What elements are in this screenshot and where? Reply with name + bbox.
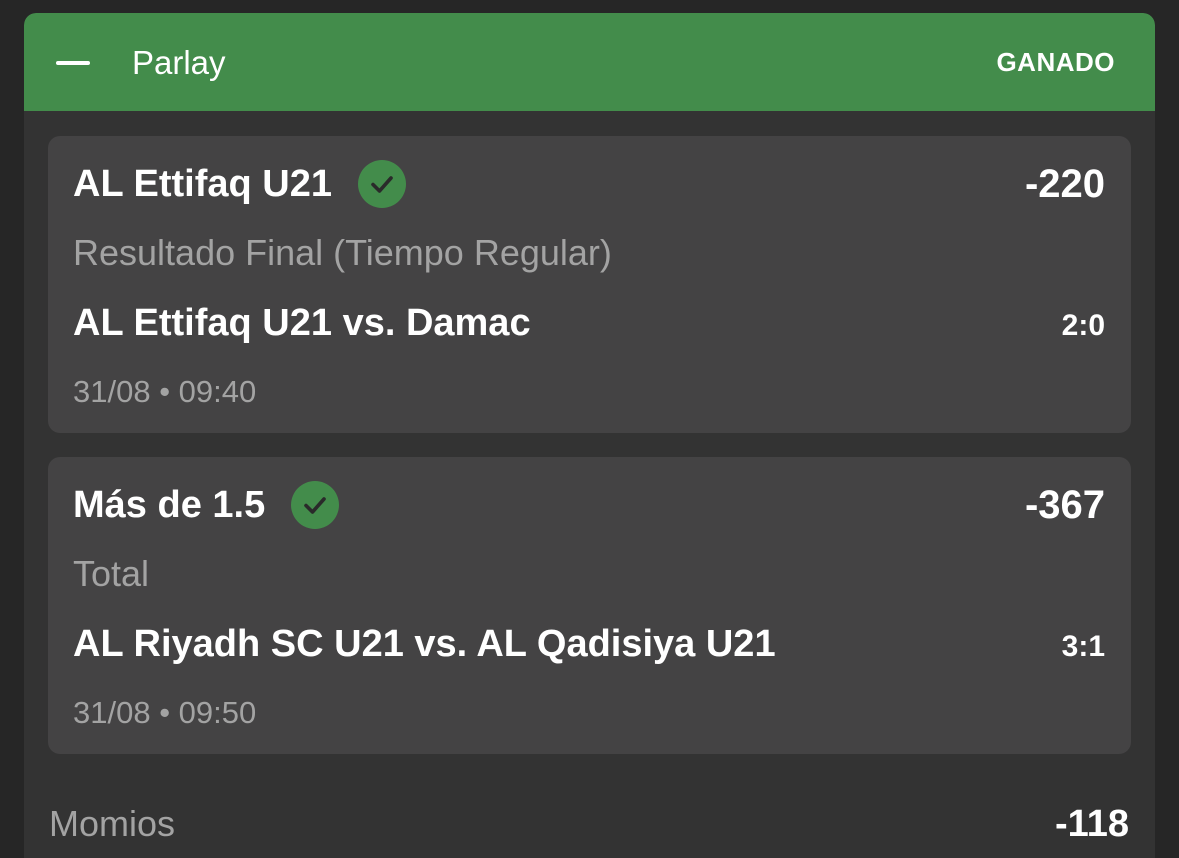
selection-odds: -367 <box>1024 483 1105 527</box>
selection-card: Más de 1.5 -367 Total AL Riyadh SC U21 v… <box>48 457 1131 754</box>
minus-icon-bar <box>56 61 90 65</box>
total-odds-label: Momios <box>49 803 176 844</box>
selection-name: Más de 1.5 <box>73 484 266 526</box>
market-name: Resultado Final (Tiempo Regular) <box>73 232 612 273</box>
minus-icon[interactable] <box>56 46 90 80</box>
total-odds-value: -118 <box>1055 803 1129 845</box>
selection-header: AL Ettifaq U21 <box>73 156 407 212</box>
match-datetime: 31/08 • 09:40 <box>73 374 257 409</box>
selection-name: AL Ettifaq U21 <box>73 163 333 205</box>
match-datetime: 31/08 • 09:50 <box>73 695 257 730</box>
parlay-bet-panel: Parlay GANADO AL Ettifaq U21 -220 Result… <box>24 13 1155 858</box>
selection-card: AL Ettifaq U21 -220 Resultado Final (Tie… <box>48 136 1131 433</box>
check-circle-icon <box>358 160 407 208</box>
market-name: Total <box>73 553 150 594</box>
selection-odds: -220 <box>1024 162 1105 206</box>
match-score: 2:0 <box>1061 309 1105 342</box>
check-circle-icon <box>291 481 340 529</box>
match-name: AL Ettifaq U21 vs. Damac <box>73 302 531 344</box>
parlay-header[interactable]: Parlay GANADO <box>24 13 1155 111</box>
match-score: 3:1 <box>1061 630 1105 663</box>
match-name: AL Riyadh SC U21 vs. AL Qadisiya U21 <box>73 623 776 665</box>
bet-status-badge: GANADO <box>996 47 1115 77</box>
selection-header: Más de 1.5 <box>73 477 340 533</box>
bet-type-title: Parlay <box>132 44 226 81</box>
